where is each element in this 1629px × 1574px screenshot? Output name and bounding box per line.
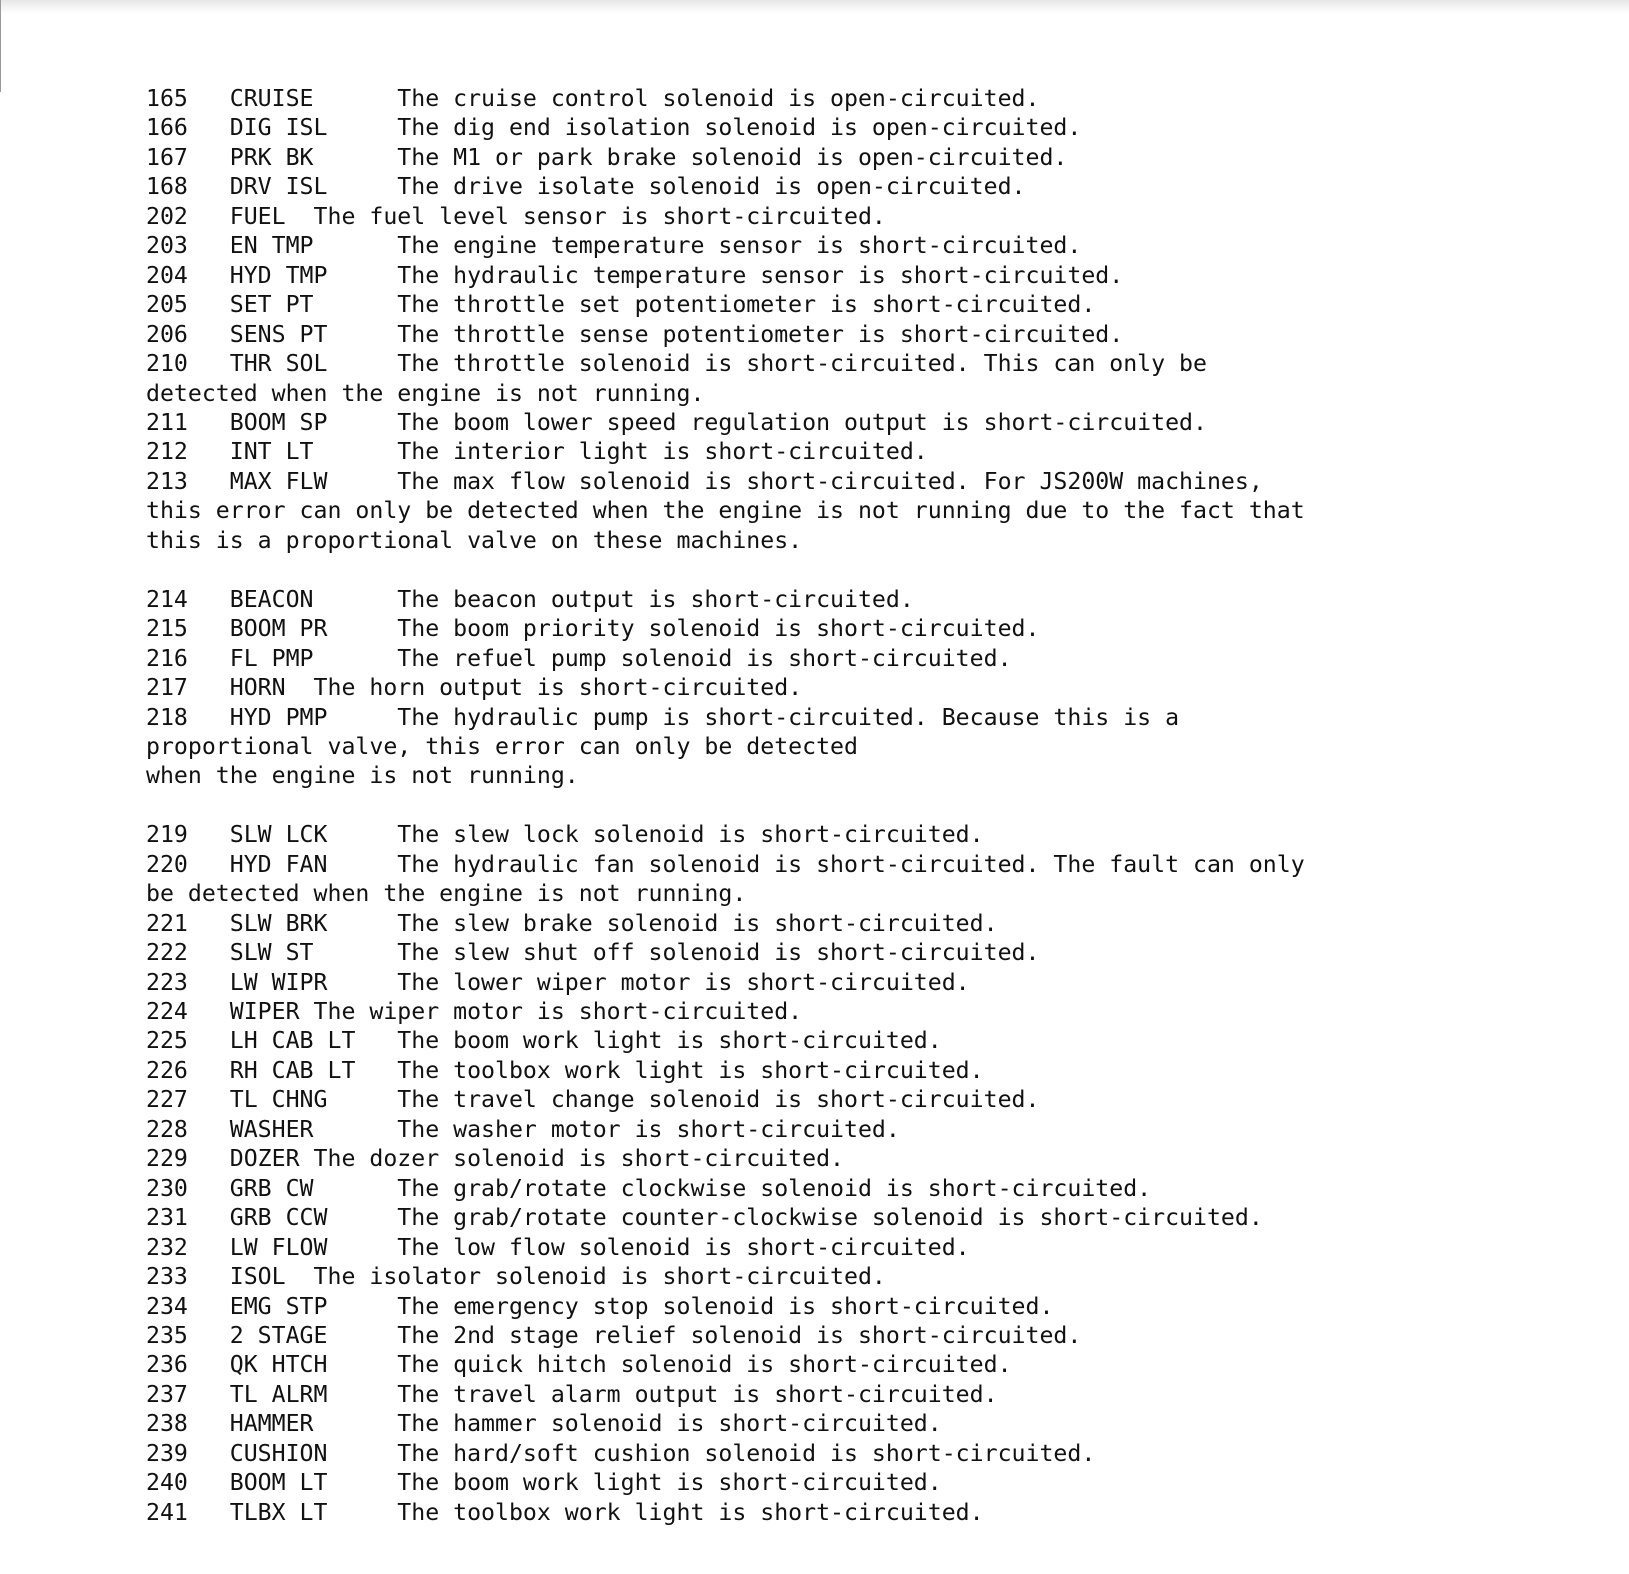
fault-code-line: 215 BOOM PR The boom priority solenoid i… (146, 615, 1040, 643)
fault-code-line: 224 WIPER The wiper motor is short-circu… (146, 998, 803, 1026)
fault-code-line: 228 WASHER The washer motor is short-cir… (146, 1115, 900, 1143)
fault-code-line: 237 TL ALRM The travel alarm output is s… (146, 1380, 998, 1408)
fault-code-line: 238 HAMMER The hammer solenoid is short-… (146, 1410, 942, 1438)
fault-code-line: 235 2 STAGE The 2nd stage relief solenoi… (146, 1322, 1082, 1349)
fault-code-line: 222 SLW ST The slew shut off solenoid is… (146, 939, 1040, 967)
fault-code-line: 214 BEACON The beacon output is short-ci… (146, 585, 914, 613)
fault-code-line: 241 TLBX LT The toolbox work light is sh… (146, 1498, 984, 1526)
fault-code-line: 230 GRB CW The grab/rotate clockwise sol… (146, 1174, 1152, 1202)
fault-code-line: this error can only be detected when the… (146, 497, 1305, 525)
fault-code-line: 225 LH CAB LT The boom work light is sho… (146, 1027, 942, 1055)
fault-code-line: 167 PRK BK The M1 or park brake solenoid… (146, 143, 1068, 171)
fault-code-line: 202 FUEL The fuel level sensor is short-… (146, 202, 886, 230)
fault-code-line: 223 LW WIPR The lower wiper motor is sho… (146, 968, 970, 996)
fault-code-line: when the engine is not running. (146, 762, 579, 790)
page-top-shadow (0, 0, 1629, 14)
page-left-edge-rule (0, 0, 1, 92)
fault-code-line: 216 FL PMP The refuel pump solenoid is s… (146, 644, 1012, 672)
fault-code-line: proportional valve, this error can only … (146, 732, 858, 760)
fault-code-line: 226 RH CAB LT The toolbox work light is … (146, 1056, 984, 1084)
fault-code-line: this is a proportional valve on these ma… (146, 526, 803, 554)
fault-code-line: 220 HYD FAN The hydraulic fan solenoid i… (146, 850, 1305, 878)
fault-code-line: 227 TL CHNG The travel change solenoid i… (146, 1086, 1040, 1114)
fault-code-line: 234 EMG STP The emergency stop solenoid … (146, 1292, 1054, 1320)
fault-code-line: 206 SENS PT The throttle sense potentiom… (146, 320, 1124, 348)
fault-code-line: 229 DOZER The dozer solenoid is short-ci… (146, 1145, 845, 1173)
fault-code-line: 205 SET PT The throttle set potentiomete… (146, 291, 1096, 319)
fault-code-line: 168 DRV ISL The drive isolate solenoid i… (146, 173, 1026, 201)
fault-code-line: 212 INT LT The interior light is short-c… (146, 438, 928, 466)
fault-code-line: 240 BOOM LT The boom work light is short… (146, 1469, 942, 1497)
fault-code-line: 233 ISOL The isolator solenoid is short-… (146, 1263, 886, 1291)
fault-code-line: be detected when the engine is not runni… (146, 880, 747, 908)
fault-code-line: 232 LW FLOW The low flow solenoid is sho… (146, 1233, 970, 1261)
fault-code-line: 210 THR SOL The throttle solenoid is sho… (146, 350, 1207, 378)
fault-code-line: 218 HYD PMP The hydraulic pump is short-… (146, 703, 1180, 731)
fault-code-line: 231 GRB CCW The grab/rotate counter-cloc… (146, 1204, 1263, 1232)
fault-code-line: 217 HORN The horn output is short-circui… (146, 674, 803, 702)
fault-code-line: detected when the engine is not running. (146, 379, 705, 407)
fault-code-line: 204 HYD TMP The hydraulic temperature se… (146, 261, 1124, 289)
fault-code-line: 166 DIG ISL The dig end isolation soleno… (146, 114, 1082, 142)
fault-code-line: 236 QK HTCH The quick hitch solenoid is … (146, 1351, 1012, 1379)
fault-code-line: 219 SLW LCK The slew lock solenoid is sh… (146, 821, 984, 849)
fault-code-line: 165 CRUISE The cruise control solenoid i… (146, 85, 1040, 112)
fault-code-listing: 165 CRUISE The cruise control solenoid i… (146, 84, 1606, 1527)
fault-code-line: 211 BOOM SP The boom lower speed regulat… (146, 408, 1207, 436)
fault-code-line: 203 EN TMP The engine temperature sensor… (146, 232, 1082, 260)
fault-code-line: 213 MAX FLW The max flow solenoid is sho… (146, 467, 1263, 495)
fault-code-line: 221 SLW BRK The slew brake solenoid is s… (146, 909, 998, 937)
fault-code-line: 239 CUSHION The hard/soft cushion soleno… (146, 1439, 1096, 1467)
